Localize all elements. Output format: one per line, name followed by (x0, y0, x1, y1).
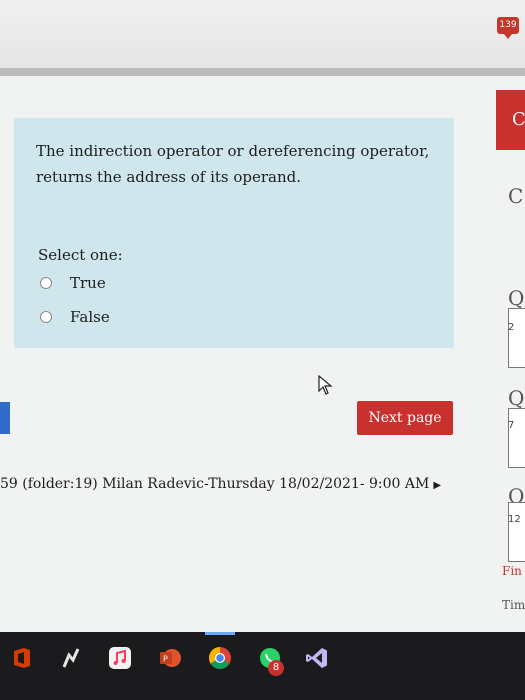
triangle-right-icon: ▶ (433, 480, 442, 491)
mouse-cursor-icon (318, 375, 333, 395)
quiz-nav-item-current[interactable]: C (496, 90, 525, 150)
quiz-nav-item[interactable]: C (508, 184, 523, 208)
chrome-icon[interactable] (208, 646, 232, 670)
svg-text:P: P (163, 655, 168, 664)
select-one-label: Select one: (38, 246, 123, 264)
question-text: The indirection operator or dereferencin… (36, 142, 430, 186)
radio-true[interactable] (40, 277, 52, 289)
notification-badge[interactable]: 139 (497, 17, 519, 39)
jump-to-activity-link[interactable]: 59 (folder:19) Milan Radevic-Thursday 18… (0, 476, 441, 492)
quiz-navigation-column: C C Q 2 Q 7 Q 12 Fin Tim (496, 90, 525, 630)
quiz-nav-number: 7 (508, 420, 515, 431)
quiz-nav-box[interactable] (508, 308, 525, 368)
quiz-nav-item[interactable]: Q (508, 286, 524, 310)
option-true-label: True (70, 274, 106, 292)
next-page-button[interactable]: Next page (357, 401, 453, 435)
option-false[interactable]: False (40, 308, 110, 326)
question-panel: The indirection operator or dereferencin… (14, 118, 454, 348)
finish-attempt-link[interactable]: Fin (502, 564, 522, 578)
quiz-nav-number: 2 (508, 322, 515, 333)
option-true[interactable]: True (40, 274, 106, 292)
active-app-indicator (205, 632, 235, 635)
music-app-icon[interactable] (108, 646, 132, 670)
quiz-nav-number: 12 (508, 514, 521, 525)
quiz-nav-box[interactable] (508, 408, 525, 468)
quiz-nav-item[interactable]: Q (508, 386, 524, 410)
radio-false[interactable] (40, 311, 52, 323)
page-header-bar (0, 68, 525, 76)
taskbar: P 8 (0, 632, 525, 700)
visual-studio-icon[interactable] (305, 646, 329, 670)
office-icon[interactable] (10, 646, 34, 670)
powerpoint-icon[interactable]: P (158, 646, 182, 670)
quiz-nav-box[interactable] (508, 502, 525, 562)
time-left-label: Tim (502, 598, 525, 612)
previous-page-tab[interactable] (0, 402, 10, 434)
chart-app-icon[interactable] (58, 646, 82, 670)
jump-link-label: 59 (folder:19) Milan Radevic-Thursday 18… (0, 476, 430, 492)
option-false-label: False (70, 308, 110, 326)
browser-toolbar: 139 (0, 0, 525, 68)
taskbar-notification-badge: 8 (268, 660, 284, 676)
